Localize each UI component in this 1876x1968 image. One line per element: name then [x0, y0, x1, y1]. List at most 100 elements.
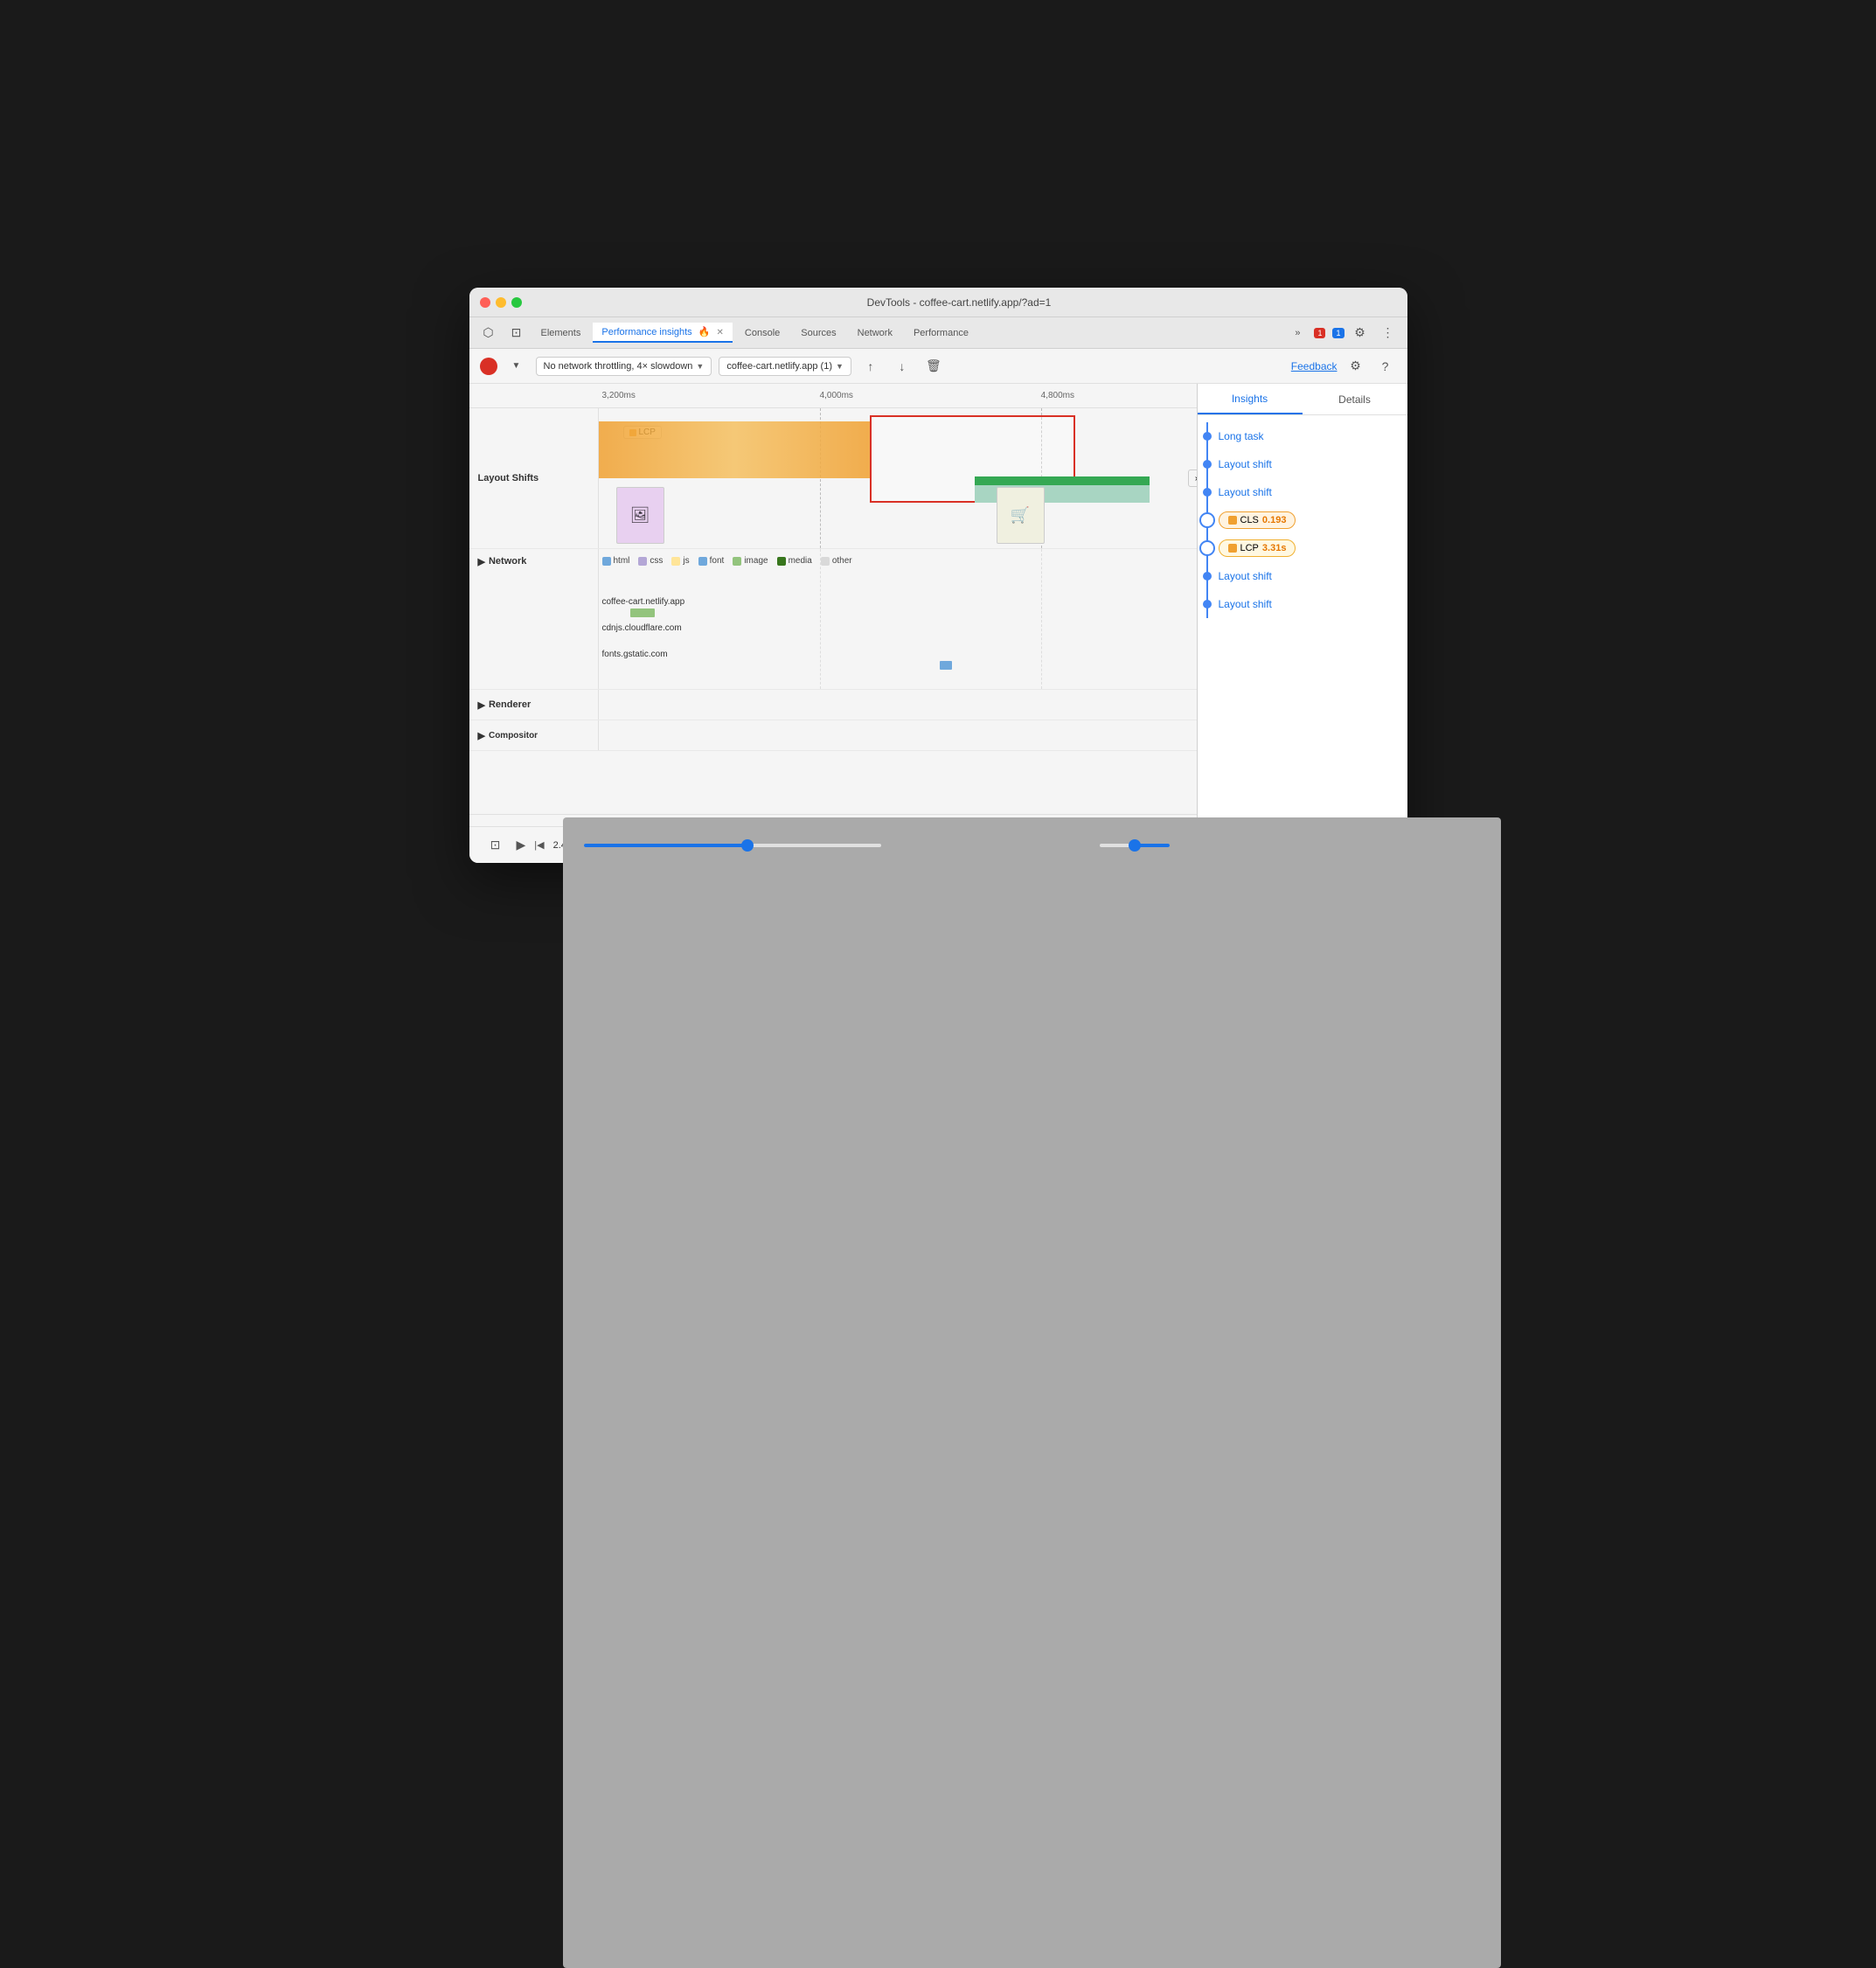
- zoom-slider-thumb[interactable]: [1129, 839, 1141, 852]
- dot-layout-shift-3: [1203, 572, 1212, 581]
- back-to-start-button[interactable]: |◀: [534, 839, 544, 851]
- compositor-label: ▶ Compositor: [469, 720, 599, 750]
- tab-details[interactable]: Details: [1303, 384, 1407, 414]
- layout-shifts-content[interactable]: LCP 🖼 🛒: [599, 408, 1197, 548]
- close-button[interactable]: [480, 297, 490, 308]
- tab-close-icon[interactable]: ✕: [717, 328, 724, 337]
- lcp-badge-right[interactable]: LCP 3.31s: [1219, 539, 1296, 557]
- insights-list: Long task Layout shift Layout shift: [1198, 415, 1407, 863]
- throttle-arrow-icon: ▼: [696, 362, 704, 371]
- download-icon[interactable]: ↓: [890, 354, 914, 379]
- cls-value: 0.193: [1262, 515, 1287, 525]
- legend-font: font: [698, 556, 725, 566]
- more-options-icon[interactable]: ⋮: [1376, 321, 1400, 345]
- upload-icon[interactable]: ↑: [858, 354, 883, 379]
- tab-elements[interactable]: Elements: [532, 324, 590, 342]
- cls-dot: [1228, 516, 1237, 525]
- window-title: DevTools - coffee-cart.netlify.app/?ad=1: [522, 296, 1397, 309]
- layout-shift-4-link[interactable]: Layout shift: [1219, 598, 1272, 610]
- tab-console[interactable]: Console: [736, 324, 789, 342]
- long-task-link[interactable]: Long task: [1219, 430, 1264, 442]
- lcp-dot-right: [1228, 544, 1237, 553]
- network-expand-arrow[interactable]: ▶: [478, 556, 485, 567]
- url-dropdown[interactable]: coffee-cart.netlify.app (1) ▼: [719, 357, 851, 376]
- throttle-label: No network throttling, 4× slowdown: [544, 361, 693, 372]
- maximize-button[interactable]: [511, 297, 522, 308]
- resource-3-bar: [940, 661, 952, 670]
- play-button[interactable]: ▶: [517, 838, 526, 852]
- tab-network[interactable]: Network: [849, 324, 901, 342]
- insight-lcp: LCP 3.31s: [1219, 534, 1407, 562]
- scrollbar-track[interactable]: [599, 817, 1067, 824]
- network-legend: html css js: [602, 556, 852, 566]
- tab-sources[interactable]: Sources: [792, 324, 844, 342]
- expand-panel-arrow[interactable]: ›: [1188, 469, 1197, 487]
- renderer-track: ▶ Renderer: [469, 690, 1197, 720]
- timeline-tracks: Layout Shifts LCP: [469, 408, 1197, 814]
- delete-icon[interactable]: 🗑: [921, 354, 946, 379]
- tab-bar: ⬡ ⊡ Elements Performance insights 🔥 ✕ Co…: [469, 317, 1407, 349]
- insight-cls: CLS 0.193: [1219, 506, 1407, 534]
- media-dot: [777, 557, 786, 566]
- screen-capture-icon[interactable]: ⊡: [483, 833, 508, 858]
- record-button[interactable]: [480, 358, 497, 375]
- css-dot: [638, 557, 647, 566]
- right-panel: Insights Details Long task: [1198, 384, 1407, 863]
- insight-layout-shift-2: Layout shift: [1219, 478, 1407, 506]
- font-label: font: [710, 556, 725, 566]
- insight-layout-shift-4: Layout shift: [1219, 590, 1407, 618]
- device-icon[interactable]: ⊡: [504, 321, 529, 345]
- toolbar-settings-icon[interactable]: ⚙: [1344, 355, 1367, 378]
- compositor-label-text: Compositor: [489, 731, 538, 741]
- layout-shift-1-link[interactable]: Layout shift: [1219, 458, 1272, 470]
- throttle-dropdown[interactable]: No network throttling, 4× slowdown ▼: [536, 357, 712, 376]
- time-slider[interactable]: [584, 844, 881, 847]
- renderer-label: ▶ Renderer: [469, 690, 599, 720]
- legend-other: other: [821, 556, 852, 566]
- feedback-link[interactable]: Feedback: [1291, 360, 1338, 372]
- ruler-mark-4800: 4,800ms: [1041, 391, 1074, 400]
- network-track: ▶ Network html css: [469, 549, 1197, 690]
- insight-layout-shift-1: Layout shift: [1219, 450, 1407, 478]
- zoom-slider[interactable]: [1100, 844, 1170, 847]
- compositor-track: ▶ Compositor: [469, 720, 1197, 751]
- insights-items-container: Long task Layout shift Layout shift: [1219, 422, 1407, 618]
- settings-icon[interactable]: ⚙: [1348, 321, 1372, 345]
- cursor-icon[interactable]: ⬡: [476, 321, 501, 345]
- right-tabs: Insights Details: [1198, 384, 1407, 415]
- layout-shift-2-link[interactable]: Layout shift: [1219, 486, 1272, 498]
- ruler-mark-3200: 3,200ms: [602, 391, 636, 400]
- lcp-label-right: LCP: [1240, 543, 1259, 553]
- thumbnail-1: 🖼: [616, 487, 664, 544]
- image-dot: [733, 557, 741, 566]
- time-slider-fill: [584, 844, 747, 847]
- font-dot: [698, 557, 707, 566]
- scrollbar-thumb[interactable]: [563, 817, 1198, 864]
- layout-shift-3-link[interactable]: Layout shift: [1219, 570, 1272, 582]
- renderer-expand-arrow[interactable]: ▶: [478, 699, 485, 711]
- layout-shifts-track: Layout Shifts LCP: [469, 408, 1197, 549]
- dot-long-task: [1203, 432, 1212, 441]
- tab-performance[interactable]: Performance: [905, 324, 977, 342]
- compositor-expand-arrow[interactable]: ▶: [478, 730, 485, 741]
- toolbar-help-icon[interactable]: ?: [1374, 355, 1397, 378]
- minimize-button[interactable]: [496, 297, 506, 308]
- url-label: coffee-cart.netlify.app (1): [726, 361, 832, 372]
- tab-performance-insights[interactable]: Performance insights 🔥 ✕: [593, 323, 733, 343]
- legend-image: image: [733, 556, 768, 566]
- resource-row-3: fonts.gstatic.com: [602, 650, 668, 659]
- timeline-header: 3,200ms 4,000ms 4,800ms: [469, 384, 1197, 408]
- dropdown-arrow-icon[interactable]: ▼: [504, 354, 529, 379]
- cls-badge[interactable]: CLS 0.193: [1219, 511, 1296, 529]
- toolbar: ▼ No network throttling, 4× slowdown ▼ c…: [469, 349, 1407, 384]
- ruler-mark-4000: 4,000ms: [820, 391, 853, 400]
- resource-row-2: cdnjs.cloudflare.com: [602, 623, 682, 633]
- more-tabs-button[interactable]: »: [1286, 324, 1309, 342]
- title-bar: DevTools - coffee-cart.netlify.app/?ad=1: [469, 288, 1407, 317]
- tab-badges: 1 1: [1312, 328, 1344, 338]
- tab-insights[interactable]: Insights: [1198, 384, 1303, 414]
- network-content: html css js: [599, 549, 1197, 689]
- other-dot: [821, 557, 830, 566]
- dot-layout-shift-1: [1203, 460, 1212, 469]
- time-slider-thumb[interactable]: [741, 839, 754, 852]
